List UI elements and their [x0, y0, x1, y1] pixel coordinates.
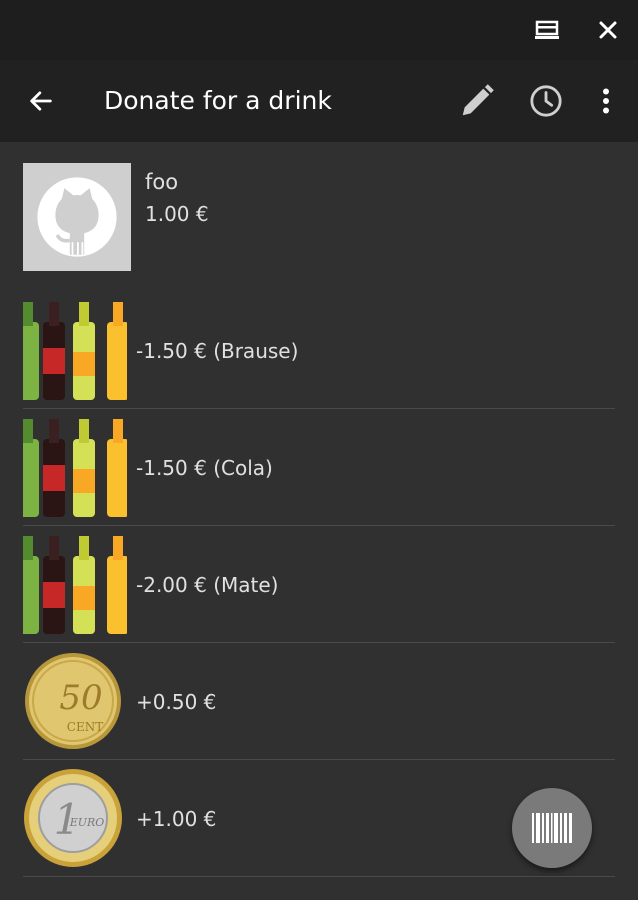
user-name: foo — [145, 170, 179, 194]
coin-1-euro-image: 1 EURO — [23, 768, 127, 868]
user-balance: 1.00 € — [145, 202, 209, 226]
pencil-icon[interactable] — [456, 80, 498, 122]
item-label: +1.00 € — [136, 806, 217, 831]
svg-text:CENT: CENT — [67, 720, 103, 734]
svg-text:EURO: EURO — [69, 816, 105, 829]
list-item-50-cent[interactable]: 50 CENT +0.50 € — [0, 643, 638, 760]
user-header: foo 1.00 € — [0, 142, 638, 292]
app-bar: Donate for a drink — [0, 60, 638, 142]
page-title: Donate for a drink — [104, 86, 332, 115]
arrow-back-icon[interactable] — [20, 80, 62, 122]
avatar — [23, 163, 131, 271]
item-label: -2.00 € (Mate) — [136, 572, 279, 597]
content-list: foo 1.00 € -1.50 € (Brause) -1.50 € (Col… — [0, 142, 638, 900]
github-icon — [37, 177, 117, 257]
list-item-brause[interactable]: -1.50 € (Brause) — [0, 292, 638, 409]
coin-50-cent-image: 50 CENT — [23, 651, 127, 751]
bottles-image — [17, 300, 129, 400]
barcode-icon — [532, 813, 572, 843]
item-label: -1.50 € (Brause) — [136, 338, 299, 363]
bottles-image — [17, 534, 129, 634]
window-icon[interactable] — [531, 14, 563, 46]
close-icon[interactable] — [592, 14, 624, 46]
list-item-mate[interactable]: -2.00 € (Mate) — [0, 526, 638, 643]
more-vert-icon[interactable] — [585, 80, 627, 122]
clock-icon[interactable] — [525, 80, 567, 122]
svg-text:50: 50 — [59, 678, 102, 718]
divider — [23, 876, 615, 877]
bottles-image — [17, 417, 129, 517]
scan-barcode-button[interactable] — [512, 788, 592, 868]
item-label: -1.50 € (Cola) — [136, 455, 273, 480]
window-titlebar — [0, 0, 638, 60]
item-label: +0.50 € — [136, 689, 217, 714]
list-item-cola[interactable]: -1.50 € (Cola) — [0, 409, 638, 526]
